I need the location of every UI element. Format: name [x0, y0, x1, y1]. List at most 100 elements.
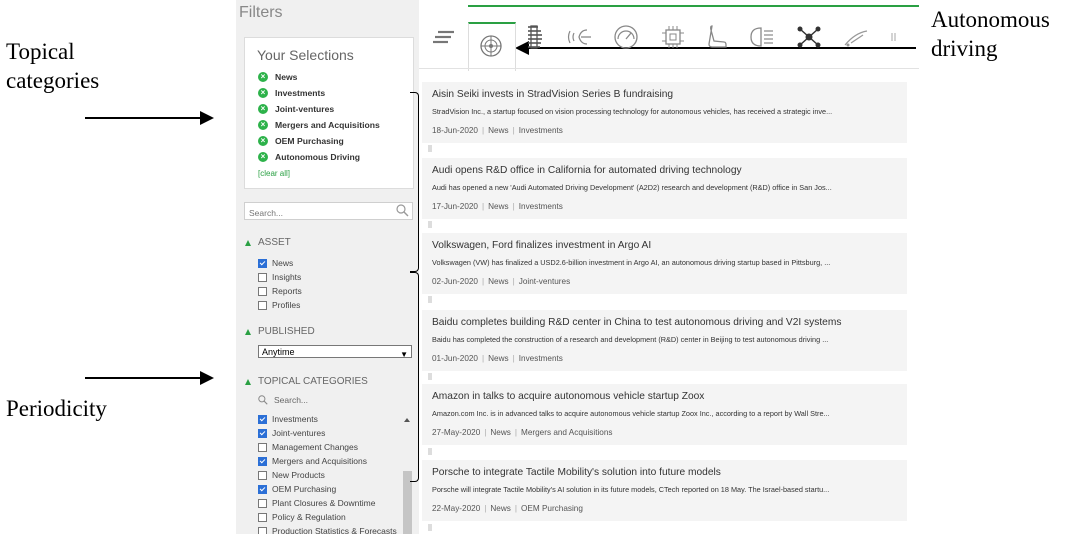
topical-option[interactable]: Joint-ventures	[258, 428, 325, 438]
article-tag[interactable]: News	[488, 126, 508, 135]
checkbox-icon[interactable]	[258, 272, 267, 282]
your-selections-heading: Your Selections	[257, 47, 354, 63]
chip-icon[interactable]	[660, 24, 686, 50]
filter-search-input[interactable]	[245, 205, 393, 221]
asset-option[interactable]: News	[258, 258, 293, 268]
card-spacer	[428, 296, 432, 303]
article-tag[interactable]: Investments	[519, 202, 563, 211]
toolbar-more-icon[interactable]	[881, 24, 907, 50]
asset-option[interactable]: Reports	[258, 286, 302, 296]
checkbox-icon[interactable]	[258, 428, 267, 438]
tab-autonomous-driving[interactable]	[468, 22, 516, 71]
selection-investments[interactable]: × Investments	[258, 88, 325, 98]
checkbox-icon[interactable]	[258, 470, 267, 480]
battery-grid-icon[interactable]	[522, 24, 548, 50]
article-date: 17-Jun-2020	[432, 202, 478, 211]
article-card[interactable]: Audi opens R&D office in California for …	[422, 158, 907, 219]
article-card[interactable]: Volkswagen, Ford finalizes investment in…	[422, 233, 907, 294]
article-tag[interactable]: News	[488, 277, 508, 286]
article-title[interactable]: Volkswagen, Ford finalizes investment in…	[432, 240, 651, 251]
article-title[interactable]: Baidu completes building R&D center in C…	[432, 317, 841, 328]
remove-icon[interactable]: ×	[258, 120, 268, 130]
collapse-icon	[245, 239, 251, 246]
published-heading[interactable]: PUBLISHED	[245, 326, 315, 337]
menu-lines-icon[interactable]	[431, 24, 457, 50]
topical-option[interactable]: Production Statistics & Forecasts	[258, 526, 397, 534]
checkbox-icon[interactable]	[258, 484, 267, 494]
topical-option[interactable]: OEM Purchasing	[258, 484, 336, 494]
article-tag[interactable]: News	[490, 504, 510, 513]
collapse-icon	[245, 378, 251, 385]
article-card[interactable]: Baidu completes building R&D center in C…	[422, 310, 907, 371]
selection-oem-purchasing[interactable]: × OEM Purchasing	[258, 136, 344, 146]
topical-option[interactable]: Investments	[258, 414, 318, 424]
published-select[interactable]: Anytime ▼	[258, 345, 412, 359]
article-meta: 02-Jun-2020 | News | Joint-ventures	[432, 277, 571, 286]
checkbox-icon[interactable]	[258, 414, 267, 424]
checkbox-icon[interactable]	[258, 526, 267, 534]
checkbox-icon[interactable]	[258, 286, 267, 296]
topical-option[interactable]: Policy & Regulation	[258, 512, 346, 522]
article-description: Baidu has completed the construction of …	[432, 335, 829, 344]
remove-icon[interactable]: ×	[258, 104, 268, 114]
bracket-group-top	[410, 92, 419, 272]
article-description: Audi has opened a new 'Audi Automated Dr…	[432, 183, 832, 192]
network-nodes-icon[interactable]	[796, 24, 822, 50]
remove-icon[interactable]: ×	[258, 152, 268, 162]
article-date: 27-May-2020	[432, 428, 481, 437]
topical-search[interactable]: Search...	[258, 395, 308, 405]
headlight-icon[interactable]	[749, 24, 775, 50]
checkbox-icon[interactable]	[258, 498, 267, 508]
clear-all-link[interactable]: [clear all]	[258, 169, 290, 178]
article-tag[interactable]: News	[488, 202, 508, 211]
article-card[interactable]: Porsche to integrate Tactile Mobility's …	[422, 460, 907, 521]
remove-icon[interactable]: ×	[258, 72, 268, 82]
topical-categories-heading[interactable]: TOPICAL CATEGORIES	[245, 376, 368, 387]
seat-icon[interactable]	[704, 24, 730, 50]
annotation-periodicity: Periodicity	[6, 396, 107, 421]
article-title[interactable]: Amazon in talks to acquire autonomous ve…	[432, 391, 704, 402]
checkbox-icon[interactable]	[258, 258, 267, 268]
article-tag[interactable]: Investments	[519, 354, 563, 363]
article-card[interactable]: Aisin Seiki invests in StradVision Serie…	[422, 82, 907, 143]
article-title[interactable]: Audi opens R&D office in California for …	[432, 165, 742, 176]
annotation-topical-categories: Topical categories	[6, 39, 100, 93]
checkbox-icon[interactable]	[258, 442, 267, 452]
asset-option[interactable]: Profiles	[258, 300, 300, 310]
article-tag[interactable]: News	[490, 428, 510, 437]
connectivity-wave-icon[interactable]	[567, 24, 593, 50]
topical-option[interactable]: Plant Closures & Downtime	[258, 498, 375, 508]
article-tag[interactable]: Investments	[519, 126, 563, 135]
article-title[interactable]: Aisin Seiki invests in StradVision Serie…	[432, 89, 673, 100]
autonomous-target-icon	[480, 35, 502, 57]
annotation-autonomous-driving: Autonomous driving	[931, 7, 1050, 61]
topical-option[interactable]: Management Changes	[258, 442, 358, 452]
article-tag[interactable]: OEM Purchasing	[521, 504, 583, 513]
topical-option[interactable]: New Products	[258, 470, 325, 480]
search-icon	[258, 395, 268, 405]
article-tag[interactable]: News	[488, 354, 508, 363]
remove-icon[interactable]: ×	[258, 136, 268, 146]
checkbox-icon[interactable]	[258, 300, 267, 310]
selection-joint-ventures[interactable]: × Joint-ventures	[258, 104, 334, 114]
toolbar-divider	[419, 68, 919, 69]
article-tag[interactable]: Mergers and Acquisitions	[521, 428, 612, 437]
selection-news[interactable]: × News	[258, 72, 297, 82]
selection-mergers[interactable]: × Mergers and Acquisitions	[258, 120, 380, 130]
search-icon[interactable]	[396, 204, 409, 217]
card-spacer	[428, 524, 432, 531]
asset-option[interactable]: Insights	[258, 272, 301, 282]
topical-option[interactable]: Mergers and Acquisitions	[258, 456, 367, 466]
speedometer-icon[interactable]	[613, 24, 639, 50]
asset-heading[interactable]: ASSET	[245, 237, 291, 248]
article-title[interactable]: Porsche to integrate Tactile Mobility's …	[432, 467, 721, 478]
article-card[interactable]: Amazon in talks to acquire autonomous ve…	[422, 384, 907, 445]
article-feed: Aisin Seiki invests in StradVision Serie…	[422, 78, 907, 534]
remove-icon[interactable]: ×	[258, 88, 268, 98]
selection-autonomous-driving[interactable]: × Autonomous Driving	[258, 152, 360, 162]
article-description: Volkswagen (VW) has finalized a USD2.6-b…	[432, 258, 831, 267]
checkbox-icon[interactable]	[258, 456, 267, 466]
checkbox-icon[interactable]	[258, 512, 267, 522]
wiper-icon[interactable]	[843, 24, 869, 50]
article-tag[interactable]: Joint-ventures	[519, 277, 570, 286]
